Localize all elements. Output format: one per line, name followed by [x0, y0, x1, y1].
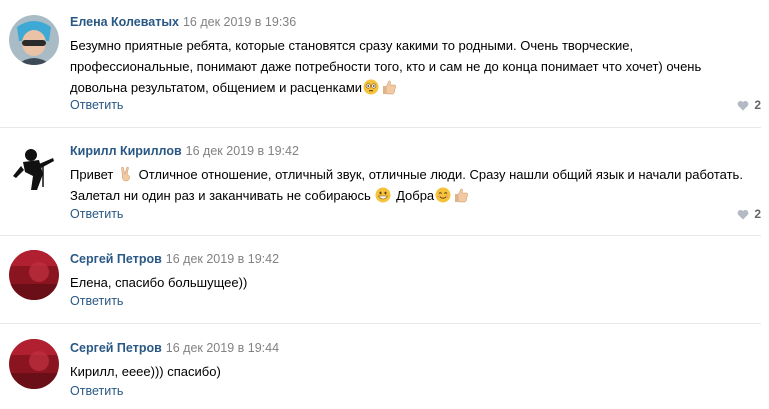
comment-line-text: довольна результатом, общением и расценк… — [70, 80, 363, 95]
avatar[interactable] — [9, 250, 59, 300]
comment-header: Елена Колеватых 16 дек 2019 в 19:36 — [70, 14, 761, 30]
comment-item: Кирилл Кириллов 16 дек 2019 в 19:42 Приве… — [0, 128, 769, 236]
comment-line-text: Добра — [392, 188, 435, 203]
comment-text: Елена, спасибо большущее)) — [70, 275, 248, 290]
thumbs-up-emoji — [455, 188, 469, 203]
flushed-face-emoji — [363, 79, 379, 95]
comment-date[interactable]: 16 дек 2019 в 19:36 — [183, 15, 296, 29]
author-name[interactable]: Елена Колеватых — [70, 15, 179, 29]
comment-line-text: Залетал ни один раз и заканчивать не соб… — [70, 188, 375, 203]
comment-date[interactable]: 16 дек 2019 в 19:42 — [186, 144, 299, 158]
comment-item: Елена Колеватых 16 дек 2019 в 19:36 Безум… — [0, 0, 769, 128]
author-name[interactable]: Сергей Петров — [70, 341, 162, 355]
comment-line-text: Привет — [70, 167, 114, 182]
avatar[interactable] — [9, 339, 59, 389]
avatar-image — [9, 15, 59, 65]
comment-text: Безумно приятные ребята, которые становя… — [70, 35, 761, 98]
heart-icon — [737, 100, 749, 110]
comment-header: Сергей Петров 16 дек 2019 в 19:42 — [70, 251, 761, 267]
grinning-face-emoji — [375, 187, 391, 203]
comment-date[interactable]: 16 дек 2019 в 19:42 — [166, 252, 279, 266]
comment-line: профессиональные, понимают даже потребно… — [70, 59, 702, 74]
avatar[interactable] — [9, 15, 59, 65]
like-count: 2 — [754, 98, 761, 112]
like-button[interactable]: 2 — [737, 206, 761, 222]
author-name[interactable]: Сергей Петров — [70, 252, 162, 266]
author-name[interactable]: Кирилл Кириллов — [70, 144, 182, 158]
reply-link[interactable]: Ответить — [70, 97, 123, 113]
comment-line: довольна результатом, общением и расценк… — [70, 77, 761, 98]
avatar-image — [9, 250, 59, 300]
comment-line-text: Отличное отношение, отличный звук, отлич… — [134, 167, 743, 182]
reply-link[interactable]: Ответить — [70, 206, 123, 222]
reply-link[interactable]: Ответить — [70, 383, 123, 399]
smiling-face-emoji — [435, 187, 451, 203]
comment-item: Сергей Петров 16 дек 2019 в 19:42 Елена, … — [0, 236, 769, 324]
comment-line: Залетал ни один раз и заканчивать не соб… — [70, 185, 761, 206]
comment-date[interactable]: 16 дек 2019 в 19:44 — [166, 341, 279, 355]
heart-icon — [737, 209, 749, 219]
avatar-image — [9, 142, 59, 192]
comment-item: Сергей Петров 16 дек 2019 в 19:44 Кирилл,… — [0, 324, 769, 409]
reply-link[interactable]: Ответить — [70, 293, 123, 309]
avatar-image — [9, 339, 59, 389]
like-count: 2 — [754, 207, 761, 221]
like-button[interactable]: 2 — [737, 97, 761, 113]
avatar[interactable] — [9, 142, 59, 192]
comment-header: Сергей Петров 16 дек 2019 в 19:44 — [70, 340, 761, 356]
comment-line: Привет Отличное отношение, отличный звук… — [70, 164, 761, 185]
comment-header: Кирилл Кириллов 16 дек 2019 в 19:42 — [70, 143, 761, 159]
comment-text: Привет Отличное отношение, отличный звук… — [70, 164, 761, 206]
thumbs-up-emoji — [383, 80, 396, 95]
comment-line: Безумно приятные ребята, которые становя… — [70, 38, 634, 53]
comment-text: Кирилл, ееее))) спасибо) — [70, 364, 221, 379]
victory-hand-emoji — [121, 166, 130, 182]
